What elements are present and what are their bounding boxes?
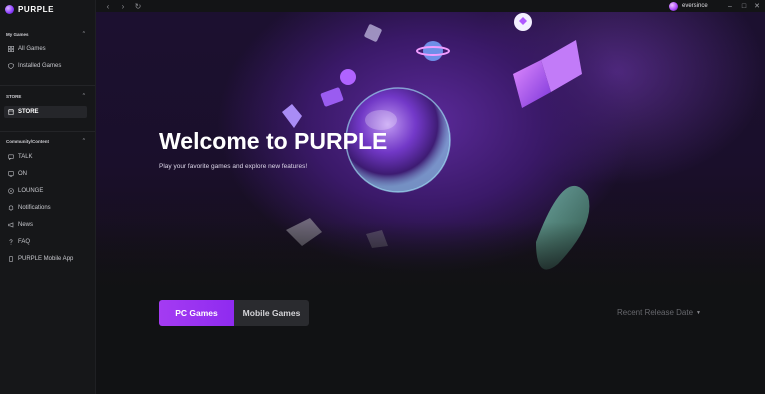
lounge-icon [8,188,14,194]
sidebar-item-notifications[interactable]: Notifications [4,202,87,214]
sidebar-item-all-games[interactable]: All Games [4,43,87,55]
user-profile[interactable]: eversince [669,1,708,11]
chevron-up-icon: ⌃ [81,31,86,37]
refresh-icon[interactable]: ↻ [133,1,143,11]
platform-tabs: PC Games Mobile Games [159,300,309,326]
maximize-icon[interactable]: □ [739,1,749,11]
section-title: My Games [6,31,29,37]
sidebar-item-faq[interactable]: FAQ [4,236,87,248]
hero-fade [96,222,765,292]
question-icon [8,239,14,245]
sidebar-item-label: ON [18,171,27,177]
section-header-my-games[interactable]: My Games ⌃ [6,29,86,39]
caret-down-icon: ▼ [696,309,701,316]
sidebar-item-label: Notifications [18,205,51,211]
sidebar: PURPLE My Games ⌃ All Games Installed Ga… [0,0,96,394]
sidebar-item-label: TALK [18,154,33,160]
chat-icon [8,154,14,160]
store-icon [8,109,14,115]
top-bar: ‹ › ↻ eversince – □ ✕ [96,0,765,12]
chevron-up-icon: ⌃ [81,138,86,144]
sidebar-item-store[interactable]: STORE [4,106,87,118]
sort-dropdown[interactable]: Recent Release Date ▼ [617,308,701,317]
sidebar-item-on[interactable]: ON [4,168,87,180]
section-header-store[interactable]: STORE ⌃ [6,91,86,101]
shield-icon [8,63,14,69]
purple-logo-icon [5,4,14,14]
monitor-icon [8,171,14,177]
minimize-icon[interactable]: – [725,1,735,11]
app-name: PURPLE [18,4,55,14]
sidebar-item-mobile-app[interactable]: PURPLE Mobile App [4,253,87,265]
sort-label: Recent Release Date [617,308,694,317]
sidebar-item-talk[interactable]: TALK [4,151,87,163]
megaphone-icon [8,222,14,228]
purple-logo[interactable]: PURPLE [5,2,54,16]
close-icon[interactable]: ✕ [752,1,762,11]
section-title: STORE [6,93,22,99]
sidebar-item-label: FAQ [18,239,31,245]
sidebar-item-label: LOUNGE [18,188,44,194]
hero-subtitle: Play your favorite games and explore new… [159,163,308,170]
grid-icon [8,46,14,52]
chevron-up-icon: ⌃ [81,93,86,99]
sidebar-item-label: All Games [18,46,46,52]
bell-icon [8,205,14,211]
section-divider [0,131,95,132]
username: eversince [682,3,708,9]
sidebar-item-label: STORE [18,109,39,115]
tab-mobile-games[interactable]: Mobile Games [234,300,309,326]
section-divider [0,85,95,86]
sidebar-item-label: News [18,222,34,228]
sidebar-item-installed-games[interactable]: Installed Games [4,60,87,72]
tab-pc-games[interactable]: PC Games [159,300,234,326]
sidebar-item-label: Installed Games [18,63,62,69]
phone-icon [8,256,14,262]
back-arrow-icon[interactable]: ‹ [103,1,113,11]
hero-banner[interactable]: Welcome to PURPLE Play your favorite gam… [96,12,765,292]
hero-title: Welcome to PURPLE [159,128,388,154]
avatar [669,1,678,11]
section-header-community[interactable]: Community/Content ⌃ [6,136,86,146]
forward-arrow-icon[interactable]: › [118,1,128,11]
sidebar-item-label: PURPLE Mobile App [18,256,74,262]
sidebar-item-lounge[interactable]: LOUNGE [4,185,87,197]
section-title: Community/Content [6,138,49,144]
sidebar-item-news[interactable]: News [4,219,87,231]
